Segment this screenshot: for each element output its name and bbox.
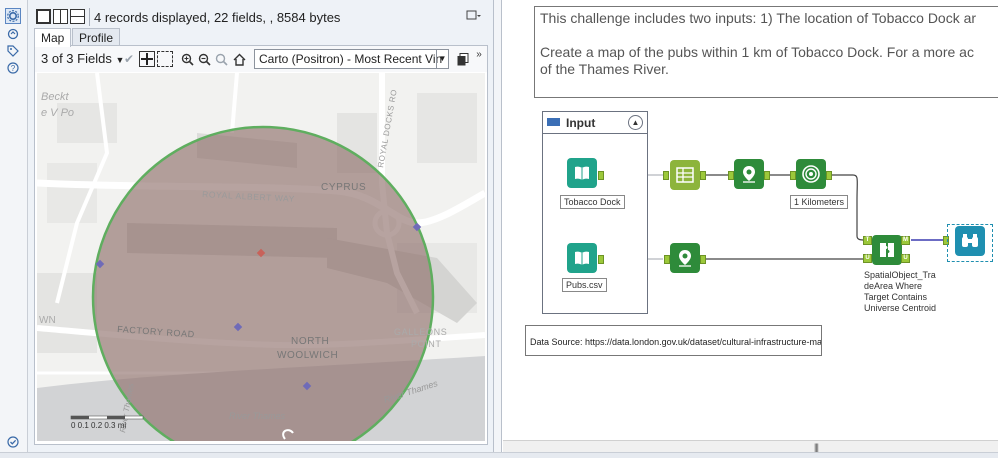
pubs-input-tool[interactable] (567, 243, 597, 273)
kilometers-label: 1 Kilometers (790, 195, 849, 209)
caption-line: SpatialObject_Tra (864, 270, 936, 280)
sync-icon[interactable] (5, 26, 21, 42)
container-icon (547, 118, 560, 126)
left-icon-strip: ? (0, 0, 28, 458)
check-circle-icon[interactable] (5, 434, 21, 450)
layout-single-icon[interactable] (36, 9, 51, 24)
bottom-status-bar (0, 452, 998, 458)
spatial-match-caption: SpatialObject_Tra deArea Where Target Co… (864, 270, 936, 314)
map-label-cyprus: CYPRUS (321, 182, 366, 193)
help-icon[interactable]: ? (5, 60, 21, 76)
tag-icon[interactable] (5, 43, 21, 59)
browse-tool[interactable] (955, 226, 985, 256)
zoom-in-icon[interactable] (179, 51, 195, 67)
svg-text:?: ? (11, 64, 16, 73)
output-anchor[interactable] (700, 255, 706, 264)
fields-selector-label: 3 of 3 Fields (41, 51, 112, 66)
map-label-point: POINT (411, 339, 442, 349)
panel-splitter[interactable] (494, 0, 502, 458)
map-label-evpo: e V Po (41, 107, 74, 119)
trade-area-tool[interactable] (796, 159, 826, 189)
create-points-tool-2[interactable] (670, 243, 700, 273)
map-view: 3 of 3 Fields ▼ ✔ Carto (Positron) - Mos… (34, 45, 488, 445)
anchor-m[interactable]: M (901, 236, 910, 245)
map-toolbar: 3 of 3 Fields ▼ ✔ Carto (Positron) - Mos… (35, 46, 487, 72)
home-icon[interactable] (231, 51, 247, 67)
results-toolbar: 4 records displayed, 22 fields, , 8584 b… (28, 6, 494, 28)
map-canvas[interactable]: Beckt e V Po ROYAL ALBERT WAY CYPRUS ROY… (37, 73, 485, 441)
map-label-beckt: Beckt (41, 91, 69, 103)
output-anchor[interactable] (598, 255, 604, 264)
tab-profile[interactable]: Profile (72, 28, 121, 46)
map-label-galleons: GALLEONS (394, 327, 447, 337)
basemap-label: Carto (Positron) - Most Recent Vin (259, 52, 443, 66)
pubs-label: Pubs.csv (562, 278, 607, 292)
anchor-u-out[interactable]: U (901, 254, 910, 263)
zoom-out-icon[interactable] (196, 51, 212, 67)
formula-tool[interactable] (670, 160, 700, 190)
select-rect-icon[interactable] (157, 51, 173, 67)
container-header: Input ▲ (543, 112, 647, 134)
output-anchor[interactable] (826, 171, 832, 180)
layout-horizontal-split-icon[interactable] (70, 9, 85, 24)
fields-selector[interactable]: 3 of 3 Fields ▼ (41, 51, 124, 66)
gear-icon[interactable] (5, 8, 21, 24)
create-points-tool[interactable] (734, 159, 764, 189)
tobacco-dock-input-tool[interactable] (567, 158, 597, 188)
caption-line: Target Contains (864, 292, 928, 302)
copy-icon[interactable] (455, 51, 471, 67)
chevron-down-icon: ▼ (436, 50, 448, 68)
horizontal-scrollbar[interactable]: ||| (503, 440, 998, 452)
output-anchor[interactable] (700, 171, 706, 180)
buffer-circle (91, 125, 435, 441)
map-label-river-thames-2: River Thames (229, 411, 286, 421)
anchor-u[interactable]: U (863, 254, 872, 263)
caption-line: deArea Where (864, 281, 923, 291)
pan-icon[interactable] (139, 51, 155, 67)
checkmark-icon[interactable]: ✔ (121, 51, 137, 67)
basemap-image: Beckt e V Po ROYAL ALBERT WAY CYPRUS ROY… (37, 73, 485, 441)
toolbar-divider (89, 8, 90, 26)
map-label-north: NORTH (291, 336, 329, 347)
input-anchor[interactable] (663, 171, 669, 180)
output-anchor[interactable] (598, 171, 604, 180)
container-title: Input (566, 116, 596, 130)
spatial-match-tool[interactable] (872, 235, 902, 265)
app-root: ? 4 records displayed, 22 fields, , 8584… (0, 0, 998, 458)
map-label-wn: WN (39, 315, 56, 326)
tab-map[interactable]: Map (34, 28, 72, 47)
map-label-woolwich: WOOLWICH (277, 350, 338, 361)
zoom-selected-icon[interactable] (213, 51, 229, 67)
collapse-icon[interactable]: ▲ (628, 115, 643, 130)
basemap-select[interactable]: Carto (Positron) - Most Recent Vin ▼ (254, 49, 449, 69)
overflow-chevron-icon[interactable]: » (471, 46, 487, 62)
anchor-t[interactable]: T (863, 236, 872, 245)
results-menu-icon[interactable] (466, 10, 482, 25)
workflow-canvas[interactable]: This challenge includes two inputs: 1) T… (503, 0, 998, 458)
record-info: 4 records displayed, 22 fields, , 8584 b… (94, 10, 341, 25)
caption-line: Universe Centroid (864, 303, 937, 313)
layout-vertical-split-icon[interactable] (53, 9, 68, 24)
scroll-grip-icon[interactable]: ||| (814, 442, 819, 452)
scale-labels: 0 0.1 0.2 0.3 mi (71, 421, 127, 430)
output-anchor[interactable] (764, 171, 770, 180)
data-source-note[interactable]: Data Source: https://data.london.gov.uk/… (525, 325, 822, 356)
tobacco-dock-label: Tobacco Dock (560, 195, 625, 209)
results-panel: 4 records displayed, 22 fields, , 8584 b… (28, 0, 494, 458)
